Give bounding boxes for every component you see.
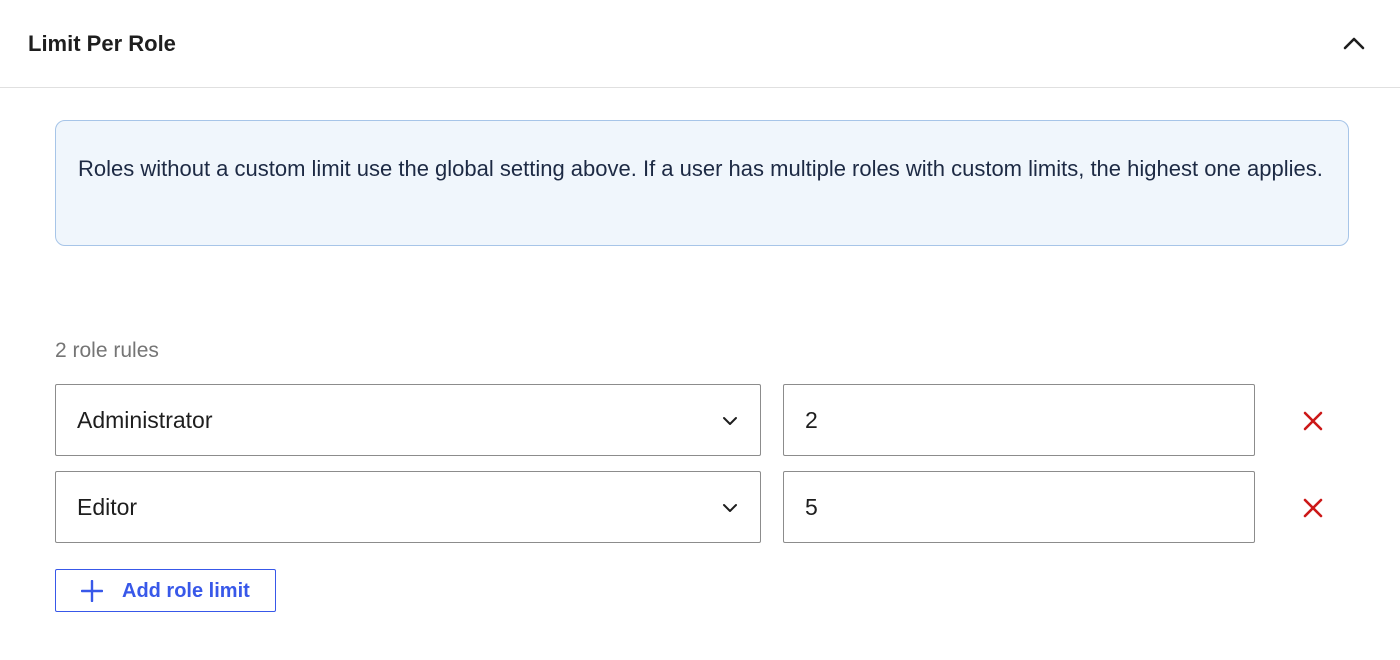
chevron-up-icon bbox=[1343, 37, 1365, 50]
info-notice: Roles without a custom limit use the glo… bbox=[55, 120, 1349, 246]
close-icon bbox=[1303, 498, 1323, 518]
limit-input[interactable] bbox=[783, 384, 1255, 456]
role-select[interactable]: Editor bbox=[55, 471, 761, 543]
role-select-value: Administrator bbox=[77, 407, 213, 433]
notice-text: Roles without a custom limit use the glo… bbox=[78, 156, 1323, 181]
chevron-down-icon bbox=[723, 504, 737, 512]
panel-header[interactable]: Limit Per Role bbox=[0, 0, 1400, 88]
rules-count: 2 role rules bbox=[55, 339, 159, 362]
close-icon bbox=[1303, 411, 1323, 431]
chevron-down-icon bbox=[723, 417, 737, 425]
role-select-value: Editor bbox=[77, 494, 138, 520]
limit-input[interactable] bbox=[783, 471, 1255, 543]
panel-title: Limit Per Role bbox=[28, 31, 176, 56]
remove-rule-button[interactable] bbox=[1296, 491, 1330, 525]
add-role-limit-label: Add role limit bbox=[122, 580, 250, 602]
collapse-toggle-button[interactable] bbox=[1338, 28, 1370, 60]
role-select[interactable]: Administrator bbox=[55, 384, 761, 456]
add-role-limit-button[interactable]: Add role limit bbox=[55, 569, 276, 612]
remove-rule-button[interactable] bbox=[1296, 404, 1330, 438]
plus-icon bbox=[81, 580, 103, 602]
